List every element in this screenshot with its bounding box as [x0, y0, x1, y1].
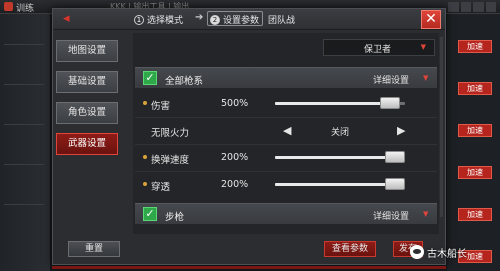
arrow-left-icon[interactable]: ◀ [283, 124, 291, 137]
bullet-dot-icon [143, 155, 147, 159]
setting-row-damage: 伤害 500% [135, 91, 437, 117]
toggle-value: 关闭 [331, 128, 350, 138]
view-params-button[interactable]: 查看参数 [324, 241, 376, 257]
setting-value: 200% [221, 152, 249, 163]
bullet-dot-icon [143, 101, 147, 105]
section-rifle: ✓ 步枪 详细设置 ▼ [135, 203, 437, 224]
section-all-guns: ✓ 全部枪系 详细设置 ▼ [135, 67, 437, 88]
damage-slider[interactable] [275, 97, 405, 109]
setting-value: 500% [221, 98, 249, 109]
panel-scrollbar[interactable] [440, 37, 443, 217]
lobby-chip-button[interactable]: 加速 [458, 40, 492, 53]
step-set-params[interactable]: 2 设置参数 [210, 13, 259, 26]
rifle-checkbox[interactable]: ✓ [143, 207, 157, 221]
bottom-accent-bar [52, 266, 446, 269]
preset-dropdown[interactable]: 保卫者 ▼ [323, 39, 435, 56]
watermark: 古木船长 [410, 243, 467, 261]
tab-weapon-settings[interactable]: 武器设置 [56, 133, 118, 155]
lobby-left-panel [0, 14, 50, 271]
setting-row-infinite-fire: 无限火力 ◀ 关闭 ▶ [135, 118, 437, 144]
all-guns-checkbox[interactable]: ✓ [143, 71, 157, 85]
reset-button[interactable]: 重置 [68, 241, 120, 257]
tab-basic-settings[interactable]: 基础设置 [56, 71, 118, 93]
lobby-chip-button[interactable]: 加速 [458, 208, 492, 221]
detail-caret-icon[interactable]: ▼ [423, 74, 428, 82]
setting-row-reload-speed: 换弹速度 200% [135, 145, 437, 171]
setting-name: 穿透 [151, 182, 171, 193]
dropdown-caret-icon: ▼ [420, 43, 426, 51]
custom-room-settings-dialog: ◂ 1 选择模式 ➔ 2 设置参数 团队战 ✕ 地图设置 基础设置 角色设置 武… [52, 8, 446, 265]
setting-row-penetration: 穿透 200% [135, 172, 437, 198]
slider-handle[interactable] [380, 97, 400, 109]
section-label: 步枪 [165, 212, 185, 223]
weapon-settings-panel: 保卫者 ▼ ✓ 全部枪系 详细设置 ▼ 伤害 500% 无限火力 ◀ 关闭 ▶ [133, 33, 439, 234]
lobby-chip-button[interactable]: 加速 [458, 82, 492, 95]
dialog-header: ◂ 1 选择模式 ➔ 2 设置参数 团队战 ✕ [53, 9, 445, 30]
setting-name: 无限火力 [151, 128, 190, 139]
detail-caret-icon[interactable]: ▼ [423, 210, 428, 218]
wechat-icon [410, 245, 424, 259]
slider-handle[interactable] [385, 178, 405, 190]
tab-character-settings[interactable]: 角色设置 [56, 102, 118, 124]
lobby-chip-button[interactable]: 加速 [458, 124, 492, 137]
detail-settings-link[interactable]: 详细设置 [373, 209, 409, 222]
bullet-dot-icon [143, 182, 147, 186]
section-label: 全部枪系 [165, 76, 204, 87]
lobby-chip-button[interactable]: 加速 [458, 166, 492, 179]
reload-speed-slider[interactable] [275, 151, 405, 163]
game-logo-icon [4, 2, 13, 11]
arrow-right-icon[interactable]: ▶ [397, 124, 405, 137]
close-button[interactable]: ✕ [421, 10, 441, 29]
tab-map-settings[interactable]: 地图设置 [56, 40, 118, 62]
back-arrow-icon[interactable]: ◂ [63, 12, 81, 26]
setting-value: 200% [221, 179, 249, 190]
lobby-title: 训练 [16, 4, 35, 14]
step-select-mode[interactable]: 1 选择模式 [134, 13, 183, 26]
step-arrow-icon: ➔ [195, 12, 204, 23]
penetration-slider[interactable] [275, 178, 405, 190]
detail-settings-link[interactable]: 详细设置 [373, 73, 409, 86]
lobby-top-right-icons [448, 2, 496, 12]
setting-name: 换弹速度 [151, 155, 190, 166]
mode-label: 团队战 [268, 16, 296, 26]
setting-name: 伤害 [151, 101, 171, 112]
slider-handle[interactable] [385, 151, 405, 163]
